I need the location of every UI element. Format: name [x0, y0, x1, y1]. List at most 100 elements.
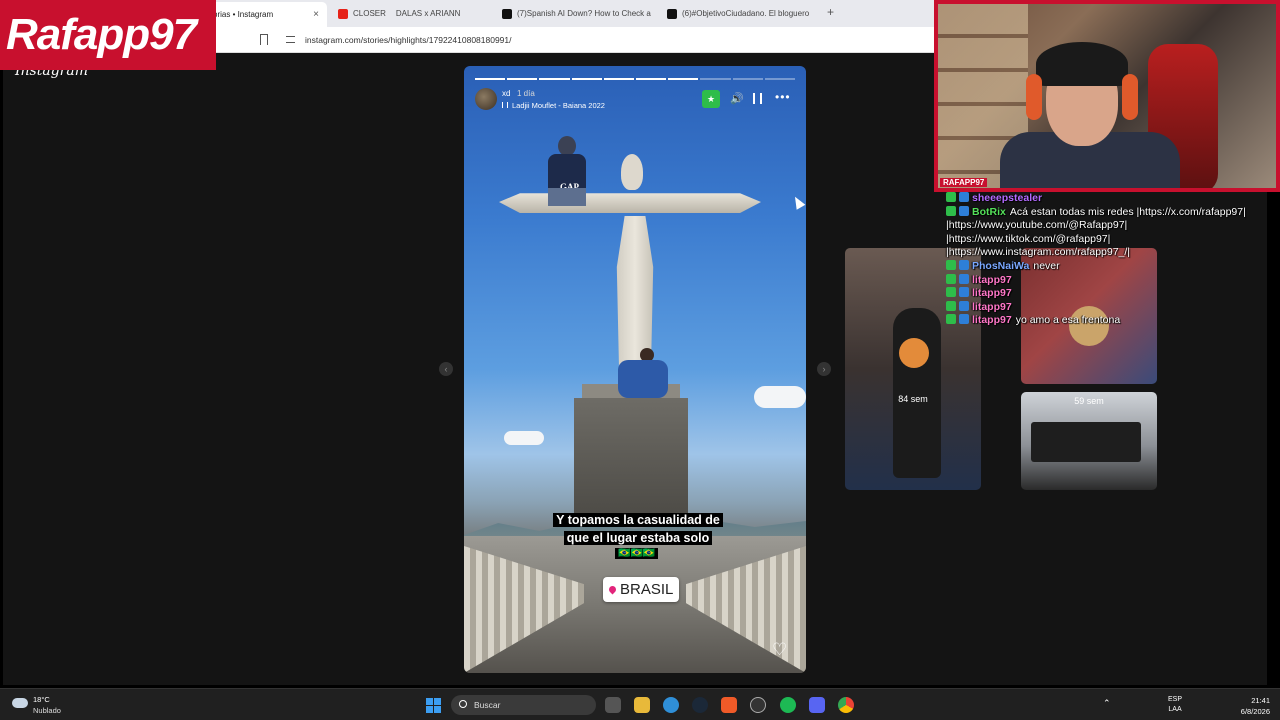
chat-badge-icon [959, 205, 969, 216]
chat-text: never [1033, 259, 1060, 272]
search-icon [459, 700, 467, 708]
close-friends-star-icon[interactable]: ★ [702, 90, 720, 108]
location-sticker[interactable]: BRASIL [603, 577, 680, 602]
discord-icon[interactable] [809, 697, 825, 713]
chat-username[interactable]: sheeepstealer [972, 192, 1042, 204]
monitor [1031, 422, 1141, 462]
story-username[interactable]: xd [502, 89, 510, 98]
progress-segment [507, 78, 538, 80]
story-progress-bar [475, 78, 796, 80]
tab-label: (6)#ObjetivoCiudadano. El bloguero [682, 9, 810, 18]
file-explorer-icon[interactable] [634, 697, 650, 713]
taskbar-search[interactable]: Buscar [451, 695, 596, 715]
chat-badge-icon [946, 314, 956, 325]
statue-head [621, 154, 643, 190]
windows-start-icon[interactable] [426, 698, 441, 713]
chat-username[interactable]: litapp97 [972, 301, 1012, 313]
tab-instagram[interactable]: orias • Instagram × [205, 2, 327, 27]
chat-badge-icon [959, 287, 969, 298]
system-clock[interactable]: 21:41 6/8/2026 [1228, 695, 1270, 717]
story-viewer[interactable]: GAP xd 1 día Ladjii Mouflet - Baiana 202… [464, 66, 806, 673]
next-story-button[interactable]: › [817, 362, 831, 376]
avatar [899, 338, 929, 368]
story-preview-card[interactable]: 59 sem [1021, 392, 1157, 490]
progress-segment [571, 78, 602, 80]
clock-time: 21:41 [1251, 696, 1270, 705]
progress-segment [475, 78, 506, 80]
tiktok-icon [502, 8, 512, 19]
person-body [618, 360, 668, 398]
tab-label: (7)Spanish AI Down? How to Check a [517, 9, 651, 18]
chat-username[interactable]: litapp97 [972, 314, 1012, 326]
obs-icon[interactable] [750, 697, 766, 713]
more-options-icon[interactable]: ••• [775, 90, 791, 104]
chat-badge-icon [946, 300, 956, 311]
language-indicator[interactable]: ESP LAA [1168, 695, 1182, 715]
chat-message: litapp97 yo amo a esa frentona [946, 314, 1276, 328]
location-label: BRASIL [620, 581, 674, 598]
tab-spanish-ai[interactable]: (7)Spanish AI Down? How to Check a [502, 4, 652, 23]
chat-badge-icon [946, 192, 956, 202]
music-icon [502, 102, 508, 108]
flag-emojis: 🇧🇷🇧🇷🇧🇷 [615, 548, 659, 559]
site-settings-icon[interactable] [286, 36, 295, 43]
card-time-label: 84 sem [898, 394, 928, 404]
person-legs [548, 188, 586, 206]
prev-story-button[interactable]: ‹ [439, 362, 453, 376]
chat-username[interactable]: litapp97 [972, 274, 1012, 286]
edge-icon[interactable] [663, 697, 679, 713]
headset [1026, 74, 1042, 120]
webcam-overlay: RAFAPP97 [934, 0, 1280, 192]
tab-closer[interactable]: CLOSER DALAS x ARIANN [338, 4, 493, 23]
weather-temperature: 18°C [33, 695, 50, 704]
music-label: Ladjii Mouflet - Baiana 2022 [512, 101, 605, 110]
person-on-arm: GAP [544, 136, 590, 208]
progress-segment [732, 78, 763, 80]
tab-label: DALAS x ARIANN [395, 9, 461, 18]
chat-badge-icon [959, 259, 969, 270]
windows-taskbar: 18°C Nublado Buscar ⌃ ESP LAA 21:41 6/8/2… [0, 688, 1280, 720]
story-music[interactable]: Ladjii Mouflet - Baiana 2022 [502, 101, 605, 110]
chat-username[interactable]: litapp97 [972, 287, 1012, 299]
statue-arms [499, 193, 761, 213]
progress-segment [700, 78, 731, 80]
tray-chevron-icon[interactable]: ⌃ [1103, 698, 1111, 709]
chat-message: BotRix Acá estan todas mis redes |https:/… [946, 205, 1276, 260]
url-field[interactable]: instagram.com/stories/highlights/1792241… [305, 35, 512, 45]
task-view-icon[interactable] [605, 697, 621, 713]
clock-date: 6/8/2026 [1240, 707, 1270, 716]
tab-label: orias • Instagram [213, 10, 274, 19]
new-tab-button[interactable]: + [827, 5, 834, 19]
pause-icon[interactable] [753, 93, 762, 104]
streamer-brand-banner: Rafapp97 [0, 0, 216, 70]
chat-message: litapp97 [946, 300, 1276, 315]
chat-badge-icon [959, 273, 969, 284]
chat-badge-icon [959, 300, 969, 311]
chat-username[interactable]: BotRix [972, 206, 1006, 218]
bookmark-icon[interactable] [260, 34, 268, 45]
heart-icon[interactable]: ♡ [772, 640, 787, 660]
lang-bottom: LAA [1168, 706, 1182, 713]
progress-segment [764, 78, 796, 80]
person-on-pedestal [612, 348, 672, 400]
tab-label: CLOSER [353, 9, 386, 18]
chat-badge-icon [946, 287, 956, 298]
progress-segment [603, 78, 635, 80]
cloud-weather-icon[interactable] [12, 698, 28, 708]
volume-icon[interactable]: 🔊 [730, 92, 744, 105]
tab-objetivo-ciudadano[interactable]: (6)#ObjetivoCiudadano. El bloguero [667, 4, 817, 23]
caption-text: Y topamos la casualidad de que el lugar … [553, 513, 723, 545]
chat-message: PhosNaiWa never [946, 259, 1276, 274]
spotify-icon[interactable] [780, 697, 796, 713]
avatar[interactable] [475, 88, 497, 110]
weather-description: Nublado [33, 706, 61, 715]
chat-text: yo amo a esa frentona [1015, 314, 1121, 327]
progress-segment [636, 78, 667, 80]
chat-username[interactable]: PhosNaiWa [972, 260, 1029, 272]
close-tab-icon[interactable]: × [305, 9, 327, 20]
brave-icon[interactable] [721, 697, 737, 713]
chrome-icon[interactable] [838, 697, 854, 713]
chat-message: litapp97 [946, 273, 1276, 288]
steam-icon[interactable] [692, 697, 708, 713]
chat-message: sheeepstealer [946, 192, 1276, 206]
